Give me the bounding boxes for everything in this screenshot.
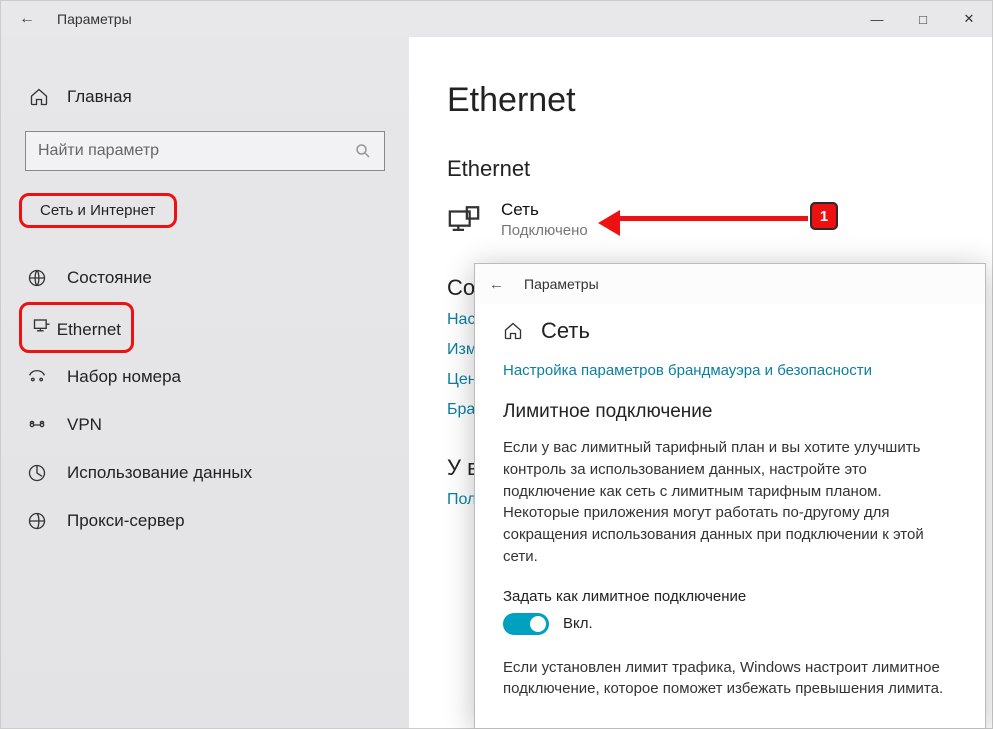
network-item[interactable]: Сеть Подключено	[447, 200, 992, 239]
metered-connection-toggle[interactable]	[503, 613, 549, 635]
window-title: Параметры	[57, 11, 132, 27]
sidebar-item-label: Ethernet	[57, 320, 121, 339]
toggle-label: Задать как лимитное подключение	[503, 588, 957, 605]
sidebar-home[interactable]: Главная	[1, 87, 409, 131]
datausage-icon	[27, 463, 47, 483]
sidebar-item-vpn[interactable]: VPN	[1, 401, 409, 449]
sidebar-item-label: Прокси-сервер	[67, 511, 185, 531]
sidebar-item-dialup[interactable]: Набор номера	[1, 353, 409, 401]
dialup-icon	[27, 367, 47, 387]
back-icon[interactable]: ←	[19, 10, 35, 28]
sidebar-item-label: VPN	[67, 415, 102, 435]
sidebar-item-datausage[interactable]: Использование данных	[1, 449, 409, 497]
popup-page-title-row: Сеть	[503, 318, 957, 344]
page-title: Ethernet	[447, 81, 992, 120]
popup-window-title: Параметры	[524, 276, 599, 292]
firewall-settings-link[interactable]: Настройка параметров брандмауэра и безоп…	[503, 362, 957, 379]
network-name: Сеть	[501, 200, 588, 220]
popup-note: Если установлен лимит трафика, Windows н…	[503, 657, 957, 701]
title-bar: ← Параметры — □ ✕	[1, 1, 992, 37]
sidebar-home-label: Главная	[67, 87, 132, 107]
popup-page-title: Сеть	[541, 318, 590, 344]
window-controls: — □ ✕	[854, 1, 992, 37]
sidebar-item-label: Использование данных	[67, 463, 252, 483]
popup-title-bar: ← Параметры	[475, 264, 985, 304]
sidebar-item-status[interactable]: Состояние	[1, 254, 409, 302]
close-button[interactable]: ✕	[946, 1, 992, 37]
maximize-button[interactable]: □	[900, 1, 946, 37]
vpn-icon	[27, 415, 47, 435]
sidebar-item-ethernet[interactable]: Ethernet	[19, 302, 134, 353]
proxy-icon	[27, 511, 47, 531]
popup-body: Сеть Настройка параметров брандмауэра и …	[475, 304, 985, 700]
metered-connection-toggle-row: Вкл.	[503, 613, 957, 635]
home-icon	[29, 87, 49, 107]
search-input[interactable]: Найти параметр	[25, 131, 385, 171]
back-icon[interactable]: ←	[489, 276, 504, 293]
popup-section-heading: Лимитное подключение	[503, 401, 957, 423]
ethernet-icon	[32, 315, 52, 335]
sidebar-item-label: Набор номера	[67, 367, 181, 387]
sidebar: Главная Найти параметр Сеть и Интернет С…	[1, 37, 409, 728]
popup-window: ← Параметры Сеть Настройка параметров бр…	[474, 263, 986, 729]
network-status: Подключено	[501, 222, 588, 239]
sidebar-section-label: Сеть и Интернет	[19, 193, 177, 228]
monitor-icon	[447, 203, 481, 237]
sidebar-item-label: Состояние	[67, 268, 152, 288]
toggle-state: Вкл.	[563, 615, 593, 632]
search-placeholder: Найти параметр	[38, 142, 159, 160]
search-icon	[354, 142, 372, 160]
sidebar-nav: Состояние Ethernet Набор номера VPN	[1, 254, 409, 545]
popup-description: Если у вас лимитный тарифный план и вы х…	[503, 437, 957, 568]
home-icon	[503, 321, 523, 341]
minimize-button[interactable]: —	[854, 1, 900, 37]
section-heading: Ethernet	[447, 156, 992, 182]
globe-icon	[27, 268, 47, 288]
sidebar-item-proxy[interactable]: Прокси-сервер	[1, 497, 409, 545]
